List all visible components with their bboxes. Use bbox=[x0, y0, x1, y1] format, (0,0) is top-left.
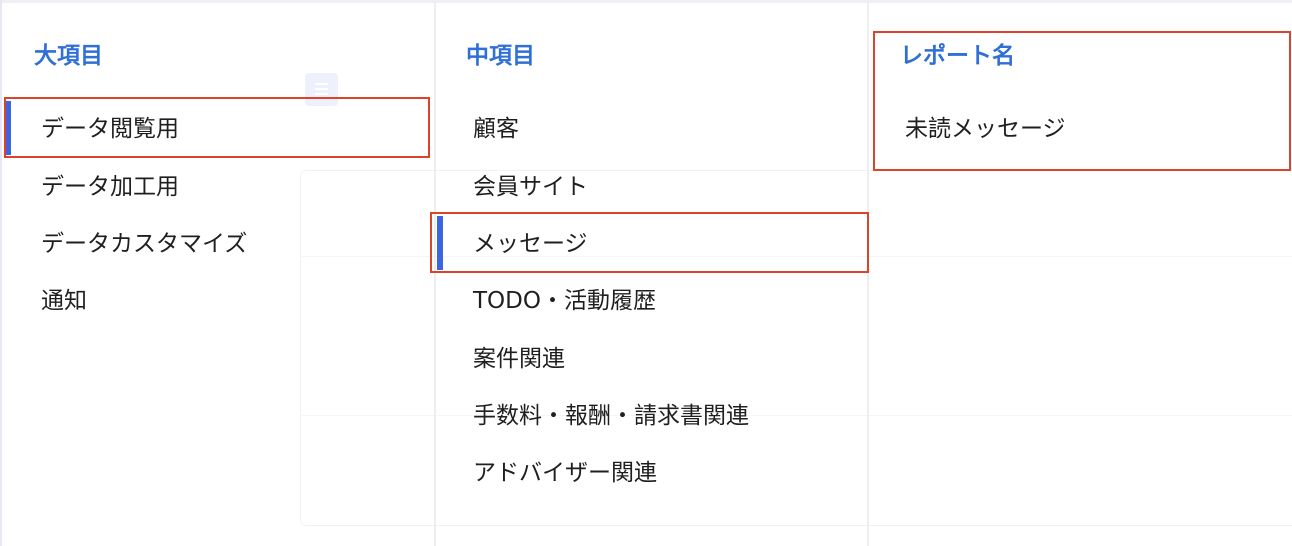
annotation-box-major bbox=[4, 97, 430, 158]
annotation-box-report bbox=[873, 31, 1291, 171]
middle-item-fees-billing[interactable]: 手数料・報酬・請求書関連 bbox=[473, 400, 749, 432]
column-divider bbox=[434, 0, 436, 546]
middle-item-member-site[interactable]: 会員サイト bbox=[473, 171, 588, 203]
major-item-data-customize[interactable]: データカスタマイズ bbox=[41, 228, 247, 260]
column-divider bbox=[867, 0, 869, 546]
major-item-data-processing[interactable]: データ加工用 bbox=[41, 171, 179, 203]
middle-item-todo-history[interactable]: TODO・活動履歴 bbox=[473, 285, 656, 317]
middle-category-header: 中項目 bbox=[466, 43, 535, 69]
middle-item-advisor[interactable]: アドバイザー関連 bbox=[473, 457, 657, 489]
top-border bbox=[0, 0, 1292, 3]
left-border bbox=[0, 0, 2, 546]
major-category-header: 大項目 bbox=[34, 43, 103, 69]
annotation-box-middle bbox=[430, 212, 869, 273]
background-divider bbox=[300, 415, 1292, 416]
middle-item-deals[interactable]: 案件関連 bbox=[473, 343, 565, 375]
report-selector-page: 大項目 データ閲覧用 データ加工用 データカスタマイズ 通知 中項目 顧客 会員… bbox=[0, 0, 1292, 546]
middle-item-customer[interactable]: 顧客 bbox=[473, 113, 519, 145]
major-item-notification[interactable]: 通知 bbox=[41, 285, 87, 317]
